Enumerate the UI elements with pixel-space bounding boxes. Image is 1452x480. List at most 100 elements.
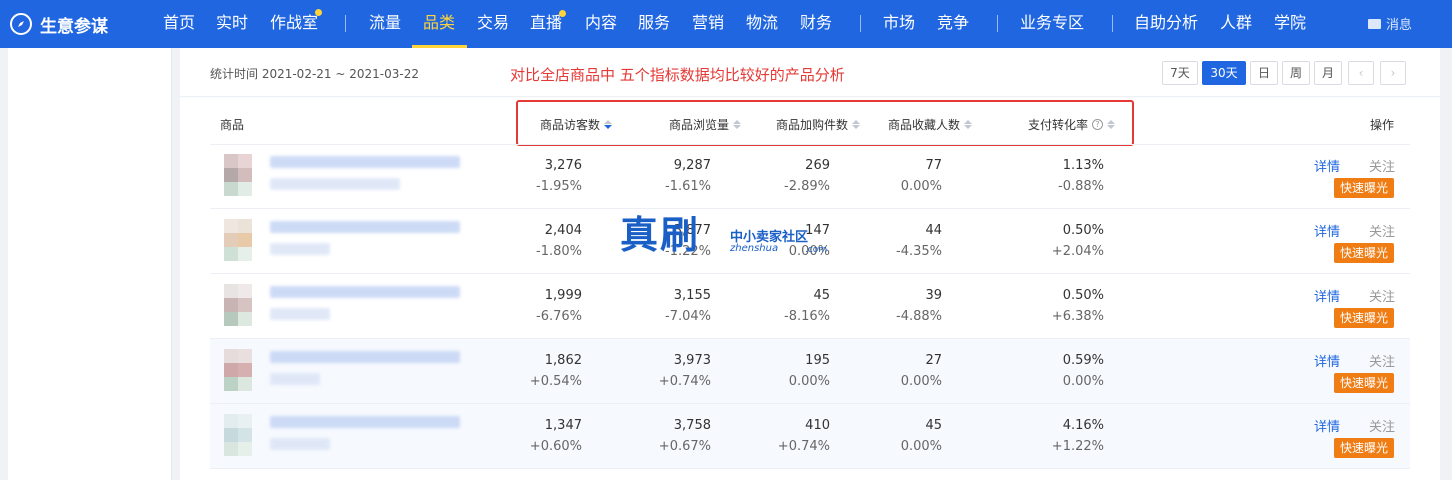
views-change: -1.22% [665,244,711,259]
conversion-change: 0.00% [1062,374,1104,389]
col-header-actions: 操作 [1370,118,1395,132]
product-subtitle-blurred [270,373,320,385]
detail-link[interactable]: 详情 [1314,221,1340,240]
nav-divider [860,15,861,32]
stat-time-range: 统计时间 2021-02-21 ~ 2021-03-22 [210,67,419,81]
cart-value: 195 [805,353,830,368]
product-title-blurred[interactable] [270,286,460,298]
cart-change: -2.89% [784,179,830,194]
product-analysis-card: 统计时间 2021-02-21 ~ 2021-03-22 对比全店商品中 五个指… [180,48,1440,480]
visitors-value: 1,347 [544,418,582,433]
quick-expose-button[interactable]: 快速曝光 [1334,438,1394,458]
nav-item-service[interactable]: 服务 [638,12,670,34]
follow-link[interactable]: 关注 [1369,416,1395,435]
period-day-button[interactable]: 日 [1250,61,1278,85]
nav-item-home[interactable]: 首页 [163,12,195,34]
toolbar-divider [180,96,1440,98]
nav-item-content[interactable]: 内容 [585,12,617,34]
messages-button[interactable]: 消息 [1368,14,1412,33]
brand-name: 生意参谋 [40,16,108,37]
favorites-value: 27 [925,353,942,368]
table-row: 1,999 -6.76% 3,155 -7.04% 45 -8.16% 39 -… [210,274,1410,339]
cart-change: +0.74% [777,439,830,454]
page-scrollbar[interactable] [1440,48,1452,480]
product-subtitle-blurred [270,178,400,190]
nav-item-transaction[interactable]: 交易 [477,12,509,34]
product-title-blurred[interactable] [270,156,460,168]
follow-link[interactable]: 关注 [1369,351,1395,370]
nav-divider [1112,15,1113,32]
table-row: 1,862 +0.54% 3,973 +0.74% 195 0.00% 27 0… [210,339,1410,404]
product-thumbnail[interactable] [224,414,266,456]
cart-change: -8.16% [784,309,830,324]
quick-expose-button[interactable]: 快速曝光 [1334,308,1394,328]
mail-icon [1368,18,1381,29]
cart-change: 0.00% [788,244,830,259]
period-7d-button[interactable]: 7天 [1162,61,1198,85]
views-value: 3,973 [673,353,711,368]
period-week-button[interactable]: 周 [1282,61,1310,85]
conversion-value: 0.50% [1062,223,1104,238]
product-title-blurred[interactable] [270,416,460,428]
views-change: +0.74% [658,374,711,389]
visitors-change: -1.95% [536,179,582,194]
new-dot-icon [315,9,322,16]
favorites-change: 0.00% [900,439,942,454]
nav-item-crowd[interactable]: 人群 [1220,12,1252,34]
views-value: 3,758 [673,418,711,433]
nav-item-market[interactable]: 市场 [883,12,915,34]
table-row: 2,404 -1.80% 3,877 -1.22% 147 0.00% 44 -… [210,209,1410,274]
follow-link[interactable]: 关注 [1369,286,1395,305]
product-thumbnail[interactable] [224,349,266,391]
product-subtitle-blurred [270,438,330,450]
detail-link[interactable]: 详情 [1314,156,1340,175]
follow-link[interactable]: 关注 [1369,156,1395,175]
new-dot-icon [559,10,566,17]
favorites-value: 44 [925,223,942,238]
nav-item-competition[interactable]: 竞争 [937,12,969,34]
period-30d-button[interactable]: 30天 [1202,61,1246,85]
nav-item-logistics[interactable]: 物流 [746,12,778,34]
nav-item-marketing[interactable]: 营销 [692,12,724,34]
nav-item-business-zone[interactable]: 业务专区 [1020,12,1084,34]
nav-item-category[interactable]: 品类 [423,12,455,34]
nav-item-academy[interactable]: 学院 [1274,12,1306,34]
nav-item-live[interactable]: 直播 [530,12,562,34]
period-month-button[interactable]: 月 [1314,61,1342,85]
nav-item-finance[interactable]: 财务 [800,12,832,34]
favorites-change: -4.88% [896,309,942,324]
messages-label: 消息 [1386,18,1413,33]
detail-link[interactable]: 详情 [1314,286,1340,305]
visitors-value: 3,276 [544,158,582,173]
product-subtitle-blurred [270,308,330,320]
conversion-change: +6.38% [1051,309,1104,324]
detail-link[interactable]: 详情 [1314,351,1340,370]
brand[interactable]: 生意参谋 [10,10,108,38]
views-change: +0.67% [658,439,711,454]
nav-item-realtime[interactable]: 实时 [216,12,248,34]
next-period-button[interactable]: › [1380,61,1406,85]
conversion-change: +1.22% [1051,439,1104,454]
views-value: 3,155 [673,288,711,303]
favorites-value: 77 [925,158,942,173]
product-title-blurred[interactable] [270,221,460,233]
conversion-change: -0.88% [1058,179,1104,194]
product-thumbnail[interactable] [224,219,266,261]
prev-period-button[interactable]: ‹ [1348,61,1374,85]
quick-expose-button[interactable]: 快速曝光 [1334,243,1394,263]
quick-expose-button[interactable]: 快速曝光 [1334,178,1394,198]
follow-link[interactable]: 关注 [1369,221,1395,240]
favorites-value: 45 [925,418,942,433]
detail-link[interactable]: 详情 [1314,416,1340,435]
chevron-right-icon: › [1390,66,1396,80]
nav-item-traffic[interactable]: 流量 [369,12,401,34]
product-thumbnail[interactable] [224,154,266,196]
nav-item-war-room[interactable]: 作战室 [270,12,318,34]
compass-icon [10,13,32,35]
product-title-blurred[interactable] [270,351,460,363]
nav-item-self-analysis[interactable]: 自助分析 [1134,12,1198,34]
visitors-change: +0.60% [529,439,582,454]
product-thumbnail[interactable] [224,284,266,326]
cart-value: 269 [805,158,830,173]
quick-expose-button[interactable]: 快速曝光 [1334,373,1394,393]
